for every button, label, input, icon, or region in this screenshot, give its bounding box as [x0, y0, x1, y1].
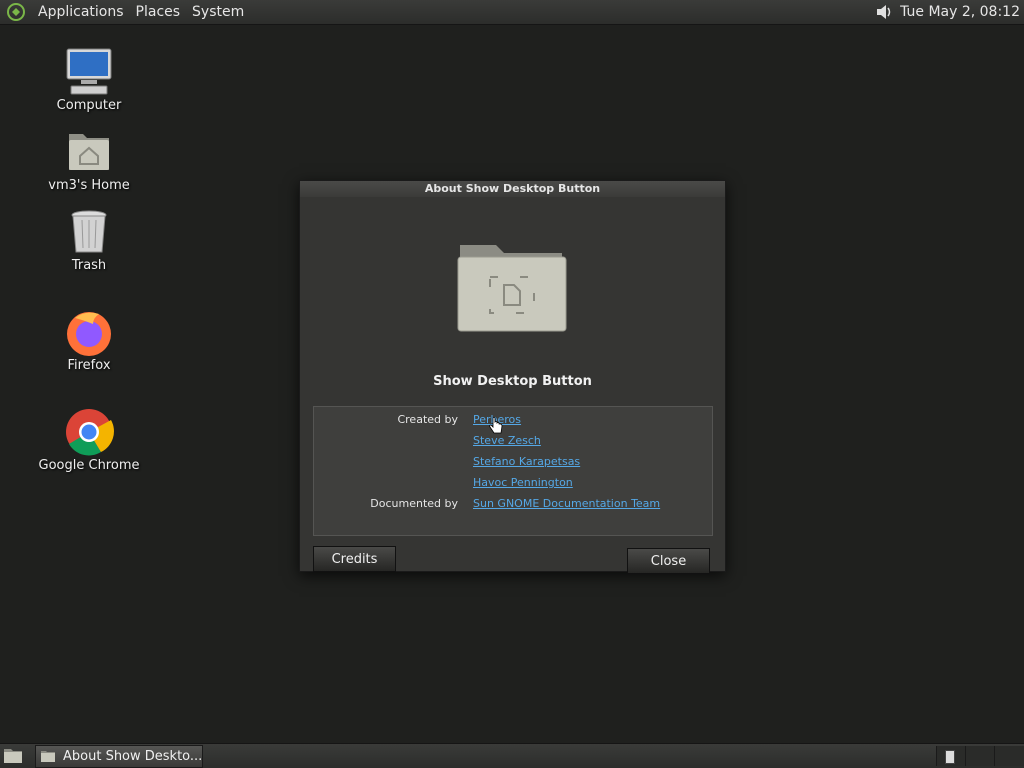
dialog-title[interactable]: About Show Desktop Button	[300, 181, 725, 197]
places-menu[interactable]: Places	[130, 0, 187, 24]
show-desktop-icon[interactable]	[2, 746, 24, 766]
top-panel: Applications Places System Tue May 2, 08…	[0, 0, 1024, 25]
taskbar-window-label: About Show Deskto...	[63, 749, 203, 764]
system-menu[interactable]: System	[186, 0, 250, 24]
desktop-icon-computer[interactable]: Computer	[34, 46, 144, 113]
chrome-icon	[66, 409, 114, 456]
desktop-icon-label: Trash	[71, 258, 107, 273]
home-folder-icon	[69, 134, 109, 170]
trash-icon	[71, 210, 107, 253]
credits-button[interactable]: Credits	[313, 546, 396, 572]
show-desktop-folder-icon	[41, 751, 55, 762]
desktop-icon-trash[interactable]: Trash	[34, 206, 144, 273]
close-button[interactable]: Close	[627, 548, 710, 574]
volume-icon[interactable]	[874, 2, 894, 22]
computer-icon	[66, 48, 112, 95]
applications-menu[interactable]: Applications	[32, 0, 130, 24]
author-link[interactable]: Havoc Pennington	[473, 473, 573, 493]
created-by-label: Created by	[397, 413, 458, 426]
clock[interactable]: Tue May 2, 08:12	[900, 4, 1020, 20]
author-link[interactable]: Steve Zesch	[473, 431, 541, 451]
desktop-icon-label: Google Chrome	[38, 458, 140, 473]
desktop-icon-label: Computer	[56, 98, 122, 113]
app-name: Show Desktop Button	[433, 374, 592, 389]
credits-box: Created by Perberos Steve Zesch Stefano …	[313, 406, 713, 536]
hand-cursor-icon	[489, 417, 503, 434]
show-desktop-folder-icon	[457, 245, 567, 332]
panel-tray: Tue May 2, 08:12	[874, 0, 1020, 24]
desktop-icon-chrome[interactable]: Google Chrome	[34, 406, 144, 473]
desktop-icon-label: vm3's Home	[48, 178, 130, 193]
bottom-panel: About Show Deskto...	[0, 743, 1024, 768]
workspace-1[interactable]	[936, 746, 965, 766]
desktop-icon-home[interactable]: vm3's Home	[34, 126, 144, 193]
documenter-link[interactable]: Sun GNOME Documentation Team	[473, 494, 660, 514]
desktop-icon-label: Firefox	[67, 358, 111, 373]
workspace-2[interactable]	[965, 746, 994, 766]
mate-logo-icon[interactable]	[6, 2, 26, 22]
desktop-icon-firefox[interactable]: Firefox	[34, 306, 144, 373]
firefox-icon	[67, 312, 111, 356]
about-dialog: About Show Desktop Button Show Desktop B…	[299, 180, 726, 574]
author-link[interactable]: Stefano Karapetsas	[473, 452, 580, 472]
documented-by-label: Documented by	[370, 497, 458, 510]
taskbar-window-button[interactable]: About Show Deskto...	[35, 745, 203, 768]
workspace-3[interactable]	[994, 746, 1024, 766]
